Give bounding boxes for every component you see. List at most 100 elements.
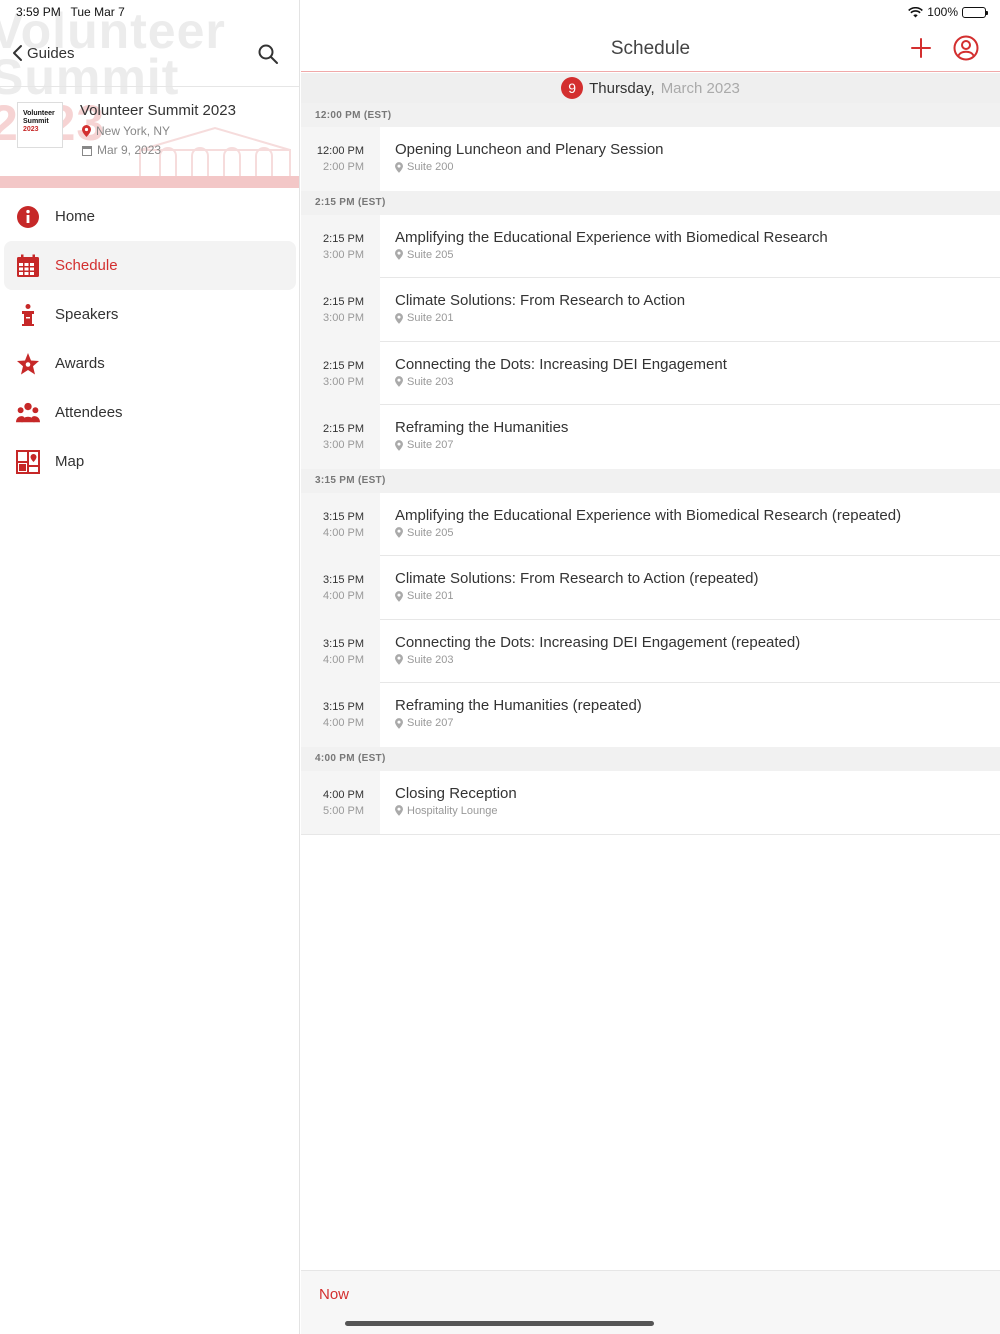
logo-line-1: Volunteer bbox=[23, 110, 55, 117]
session-body: Climate Solutions: From Research to Acti… bbox=[380, 556, 1000, 620]
session-end: 5:00 PM bbox=[323, 804, 364, 817]
sidebar-item-home[interactable]: Home bbox=[0, 192, 299, 241]
session-times: 3:15 PM 4:00 PM bbox=[301, 619, 380, 683]
info-icon bbox=[16, 205, 40, 229]
session-body: Climate Solutions: From Research to Acti… bbox=[380, 278, 1000, 342]
back-button[interactable]: Guides bbox=[12, 44, 75, 62]
session-title: Climate Solutions: From Research to Acti… bbox=[395, 570, 759, 587]
sidebar-item-label: Map bbox=[55, 453, 85, 470]
session-row[interactable]: 12:00 PM 2:00 PM Opening Luncheon and Plen… bbox=[301, 127, 1000, 191]
battery-percent: 100% bbox=[927, 5, 958, 19]
sidebar-item-attendees[interactable]: Attendees bbox=[0, 388, 299, 437]
hero-divider bbox=[0, 86, 299, 87]
date-day-name: Thursday, bbox=[589, 79, 655, 97]
now-button[interactable]: Now bbox=[319, 1286, 349, 1303]
session-location-text: Suite 205 bbox=[407, 248, 454, 261]
sidebar-item-awards[interactable]: Awards bbox=[0, 339, 299, 388]
calendar-icon bbox=[16, 254, 40, 278]
session-times: 12:00 PM 2:00 PM bbox=[301, 127, 380, 191]
session-location: Suite 203 bbox=[395, 654, 1000, 666]
session-location: Suite 207 bbox=[395, 717, 1000, 729]
session-title: Amplifying the Educational Experience wi… bbox=[395, 228, 828, 246]
session-row[interactable]: 2:15 PM 3:00 PM Amplifying the Educational… bbox=[301, 214, 1000, 278]
session-body: Amplifying the Educational Experience wi… bbox=[380, 493, 1000, 556]
session-start: 3:15 PM bbox=[323, 701, 364, 713]
session-row[interactable]: 4:00 PM 5:00 PM Closing Reception Hospitali… bbox=[301, 770, 1000, 834]
calendar-small-icon bbox=[82, 145, 92, 156]
schedule-list: 12:00 PM (EST) 12:00 PM 2:00 PM Opening Lun… bbox=[301, 103, 1000, 835]
session-start: 3:15 PM bbox=[323, 510, 364, 523]
search-icon[interactable] bbox=[256, 42, 280, 66]
session-body: Connecting the Dots: Increasing DEI Enga… bbox=[380, 620, 1000, 683]
session-body: Reframing the Humanities (repeated) Suite… bbox=[380, 683, 1000, 747]
podium-icon bbox=[16, 303, 40, 327]
session-end: 3:00 PM bbox=[323, 312, 364, 324]
status-bar: 3:59 PM Tue Mar 7 100% bbox=[0, 0, 1000, 22]
session-row[interactable]: 3:15 PM 4:00 PM Reframing the Humanities (… bbox=[301, 683, 1000, 747]
session-title: Connecting the Dots: Increasing DEI Enga… bbox=[395, 355, 727, 373]
event-date: Mar 9, 2023 bbox=[82, 143, 161, 157]
session-end: 4:00 PM bbox=[323, 526, 364, 539]
session-location-text: Hospitality Lounge bbox=[407, 804, 498, 817]
date-month-year: March 2023 bbox=[660, 79, 740, 97]
time-slot-header: 12:00 PM (EST) bbox=[301, 103, 1000, 127]
status-time: 3:59 PM Tue Mar 7 bbox=[16, 5, 125, 19]
session-row[interactable]: 3:15 PM 4:00 PM Connecting the Dots: Incre… bbox=[301, 619, 1000, 683]
star-icon bbox=[16, 352, 40, 376]
session-start: 2:15 PM bbox=[323, 232, 364, 245]
session-body: Connecting the Dots: Increasing DEI Enga… bbox=[380, 342, 1000, 405]
pin-icon bbox=[395, 161, 403, 173]
sidebar-item-map[interactable]: Map bbox=[0, 437, 299, 486]
sidebar-nav: Home Schedule Speakers Awards Attendees bbox=[0, 192, 299, 486]
plus-icon[interactable] bbox=[909, 36, 933, 60]
session-end: 3:00 PM bbox=[323, 375, 364, 388]
battery-icon bbox=[962, 6, 988, 18]
session-end: 3:00 PM bbox=[323, 248, 364, 261]
sidebar: Volunteer Summit 2023 Guides Volunteer S… bbox=[0, 0, 300, 1334]
time-slot-header: 3:15 PM (EST) bbox=[301, 468, 1000, 493]
session-row[interactable]: 2:15 PM 3:00 PM Reframing the Humanities Su… bbox=[301, 405, 1000, 469]
date-selector[interactable]: 9 Thursday, March 2023 bbox=[301, 73, 1000, 103]
session-start: 2:15 PM bbox=[323, 296, 364, 308]
session-times: 3:15 PM 4:00 PM bbox=[301, 683, 380, 747]
date-badge: 9 bbox=[561, 77, 584, 99]
session-end: 2:00 PM bbox=[323, 161, 364, 173]
pin-icon bbox=[395, 654, 403, 665]
event-name: Volunteer Summit 2023 bbox=[80, 102, 236, 119]
schedule-pane: Schedule 9 Thursday, March 2023 12:00 PM… bbox=[301, 0, 1000, 1334]
logo-line-2: Summit bbox=[23, 118, 49, 125]
sidebar-item-speakers[interactable]: Speakers bbox=[0, 290, 299, 339]
chevron-left-icon bbox=[13, 45, 22, 61]
session-title: Amplifying the Educational Experience wi… bbox=[395, 506, 902, 524]
session-body: Reframing the Humanities Suite 207 bbox=[380, 405, 1000, 469]
session-end: 4:00 PM bbox=[323, 590, 364, 602]
session-start: 3:15 PM bbox=[323, 637, 364, 650]
event-logo: Volunteer Summit 2023 bbox=[17, 102, 63, 148]
session-times: 4:00 PM 5:00 PM bbox=[301, 770, 380, 834]
session-start: 4:00 PM bbox=[323, 788, 364, 801]
pin-icon bbox=[395, 376, 403, 387]
session-title: Closing Reception bbox=[395, 784, 517, 802]
session-location: Suite 207 bbox=[395, 439, 1000, 451]
session-times: 2:15 PM 3:00 PM bbox=[301, 405, 380, 469]
sidebar-item-schedule[interactable]: Schedule bbox=[4, 241, 296, 290]
status-right: 100% bbox=[908, 5, 988, 19]
session-start: 12:00 PM bbox=[316, 145, 364, 157]
session-row[interactable]: 2:15 PM 3:00 PM Connecting the Dots: Incre… bbox=[301, 341, 1000, 405]
session-times: 2:15 PM 3:00 PM bbox=[301, 341, 380, 405]
session-row[interactable]: 2:15 PM 3:00 PM Climate Solutions: From Re… bbox=[301, 278, 1000, 342]
session-row[interactable]: 3:15 PM 4:00 PM Amplifying the Educational… bbox=[301, 492, 1000, 556]
people-icon bbox=[16, 401, 40, 425]
session-location-text: Suite 207 bbox=[407, 439, 454, 451]
session-times: 3:15 PM 4:00 PM bbox=[301, 556, 380, 620]
pin-icon bbox=[395, 805, 403, 816]
session-location: Suite 205 bbox=[395, 527, 1000, 539]
session-row[interactable]: 3:15 PM 4:00 PM Climate Solutions: From Re… bbox=[301, 556, 1000, 620]
session-location-text: Suite 200 bbox=[407, 161, 454, 173]
session-start: 2:15 PM bbox=[323, 359, 364, 372]
event-hero: Volunteer Summit 2023 Guides Volunteer S… bbox=[0, 0, 299, 188]
profile-icon[interactable] bbox=[953, 35, 979, 61]
pin-icon bbox=[395, 527, 403, 538]
sidebar-item-label: Speakers bbox=[55, 306, 119, 323]
session-location: Suite 200 bbox=[395, 161, 1000, 173]
